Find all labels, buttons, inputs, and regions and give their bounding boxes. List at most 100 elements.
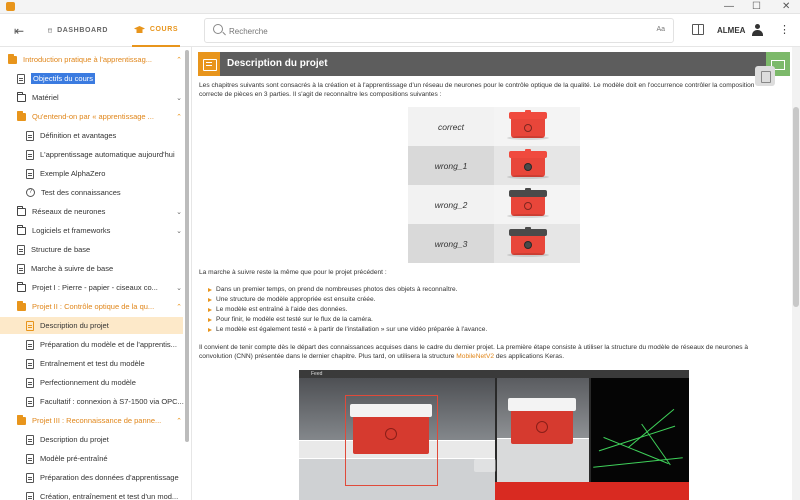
- user-icon[interactable]: [752, 24, 763, 36]
- folder-icon: [17, 224, 26, 235]
- sidebar-item[interactable]: ? Test des connaissances: [26, 184, 183, 201]
- sidebar-item-label: Logiciels et frameworks: [32, 226, 111, 235]
- sidebar-item-label: Introduction pratique à l'apprentissag..…: [23, 55, 153, 64]
- chevron-down-icon[interactable]: ⌄: [175, 94, 183, 102]
- collapse-menu-icon[interactable]: ⇤: [14, 24, 24, 38]
- sidebar-item-label: L'apprentissage automatique aujourd'hui: [40, 150, 175, 159]
- part-body: [507, 227, 549, 257]
- document-icon: [26, 168, 34, 179]
- sidebar-item[interactable]: Matériel ⌄: [17, 89, 183, 106]
- part-knob: [524, 163, 532, 171]
- sidebar-item[interactable]: Projet II : Contrôle optique de la qu...…: [17, 298, 183, 315]
- composition-image: [494, 107, 580, 146]
- composition-image: [494, 224, 580, 263]
- part-lid: [509, 188, 547, 197]
- sidebar-item[interactable]: Objectifs du cours: [17, 70, 183, 87]
- sidebar-item[interactable]: Préparation des données d'apprentissage: [26, 469, 183, 486]
- steps-intro: La marche à suivre reste la même que pou…: [199, 269, 387, 276]
- sidebar-item-label: Facultatif : connexion à S7-1500 via OPC…: [40, 397, 184, 406]
- maximize-button[interactable]: ☐: [752, 0, 761, 13]
- sidebar-item-label: Création, entraînement et test d'un mod.…: [40, 492, 179, 500]
- composition-table: correct wrong_1 wrong_2 wrong_3: [408, 107, 580, 263]
- sidebar-item[interactable]: Perfectionnement du modèle: [26, 374, 183, 391]
- sidebar-item[interactable]: Projet III : Reconnaissance de panne... ⌃: [17, 412, 183, 429]
- video-header: Feed: [299, 370, 689, 378]
- sidebar-item[interactable]: Création, entraînement et test d'un mod.…: [26, 488, 183, 500]
- sidebar-item-label: Entraînement et test du modèle: [40, 359, 145, 368]
- content-scrollbar[interactable]: [792, 47, 800, 500]
- sidebar-item[interactable]: Description du projet: [26, 431, 183, 448]
- sidebar-item-label: Exemple AlphaZero: [40, 169, 106, 178]
- sidebar-item[interactable]: Introduction pratique à l'apprentissag..…: [8, 51, 183, 68]
- sidebar-item-label: Définition et avantages: [40, 131, 117, 140]
- mobilenet-link[interactable]: MobileNetV2: [456, 353, 494, 360]
- window-titlebar: — ☐ ✕: [0, 0, 800, 14]
- sidebar-item[interactable]: L'apprentissage automatique aujourd'hui: [26, 146, 183, 163]
- document-icon: [26, 453, 34, 464]
- chevron-down-icon[interactable]: ⌄: [175, 208, 183, 216]
- crop-part-knob: [536, 421, 548, 433]
- crop-red-part: [508, 398, 576, 444]
- folder-icon: [17, 110, 26, 121]
- sidebar-item-label: Description du projet: [40, 435, 109, 444]
- document-icon: [17, 73, 25, 84]
- content-scrollbar-thumb[interactable]: [793, 107, 799, 307]
- lesson-banner: Description du projet: [198, 52, 790, 76]
- video-title: Feed: [311, 371, 323, 377]
- sidebar-item-label: Projet II : Contrôle optique de la qu...: [32, 302, 155, 311]
- sidebar-item[interactable]: Facultatif : connexion à S7-1500 via OPC…: [26, 393, 184, 410]
- document-icon: [26, 377, 34, 388]
- book-icon[interactable]: [692, 24, 704, 35]
- sidebar-item-label: Matériel: [32, 93, 59, 102]
- sidebar-item[interactable]: Qu'entend-on par « apprentissage ... ⌃: [17, 108, 183, 125]
- document-icon: [17, 263, 25, 274]
- part-knob: [524, 241, 532, 249]
- video-nav-button[interactable]: [474, 459, 496, 472]
- sidebar-item[interactable]: Exemple AlphaZero: [26, 165, 183, 182]
- search-input[interactable]: [229, 24, 629, 38]
- composition-row: wrong_2: [408, 185, 580, 224]
- sidebar-item-label: Préparation du modèle et de l'apprentis.…: [40, 340, 177, 349]
- course-sidebar: Introduction pratique à l'apprentissag..…: [0, 47, 192, 500]
- step-item: Dans un premier temps, on prend de nombr…: [208, 285, 487, 295]
- sidebar-item[interactable]: Réseaux de neurones ⌄: [17, 203, 183, 220]
- minimize-button[interactable]: —: [724, 0, 734, 13]
- search-box: Aa: [204, 18, 674, 43]
- tab-cours-label: COURS: [149, 26, 179, 33]
- chevron-up-icon[interactable]: ⌃: [175, 56, 183, 64]
- document-icon: [26, 396, 34, 407]
- top-navigation: ⇤ DASHBOARD COURS Aa ALMEA ⋮: [0, 14, 800, 47]
- sidebar-item[interactable]: Structure de base: [17, 241, 183, 258]
- part-shadow: [507, 175, 549, 179]
- part-body: [507, 149, 549, 179]
- sidebar-item[interactable]: Logiciels et frameworks ⌄: [17, 222, 183, 239]
- camera-video[interactable]: Feed: [299, 370, 689, 500]
- sidebar-item[interactable]: Modèle pré-entraîné: [26, 450, 183, 467]
- search-icon: [213, 24, 223, 34]
- sidebar-item[interactable]: Marche à suivre de base: [17, 260, 183, 277]
- tab-dashboard[interactable]: DASHBOARD: [48, 14, 108, 47]
- sidebar-scrollbar[interactable]: [185, 50, 189, 442]
- chevron-up-icon[interactable]: ⌃: [175, 417, 183, 425]
- sidebar-item[interactable]: Description du projet: [0, 317, 183, 334]
- chevron-up-icon[interactable]: ⌃: [175, 303, 183, 311]
- chevron-up-icon[interactable]: ⌃: [175, 113, 183, 121]
- more-options-icon[interactable]: ⋮: [779, 23, 790, 36]
- tab-cours[interactable]: COURS: [132, 14, 180, 47]
- sidebar-item[interactable]: Préparation du modèle et de l'apprentis.…: [26, 336, 183, 353]
- sidebar-item-label: Projet III : Reconnaissance de panne...: [32, 416, 162, 425]
- print-icon[interactable]: [755, 66, 775, 86]
- sidebar-item[interactable]: Définition et avantages: [26, 127, 183, 144]
- chevron-down-icon[interactable]: ⌄: [175, 227, 183, 235]
- user-name[interactable]: ALMEA: [717, 26, 745, 35]
- chevron-down-icon[interactable]: ⌄: [175, 284, 183, 292]
- sidebar-item[interactable]: Projet I : Pierre - papier - ciseaux co.…: [17, 279, 183, 296]
- document-icon: [26, 320, 34, 331]
- font-size-toggle[interactable]: Aa: [656, 26, 665, 33]
- folder-icon: [17, 281, 26, 292]
- part-knob: [524, 124, 532, 132]
- folder-icon: [17, 414, 26, 425]
- sidebar-item[interactable]: Entraînement et test du modèle: [26, 355, 183, 372]
- document-icon: [26, 491, 34, 500]
- close-button[interactable]: ✕: [782, 0, 790, 13]
